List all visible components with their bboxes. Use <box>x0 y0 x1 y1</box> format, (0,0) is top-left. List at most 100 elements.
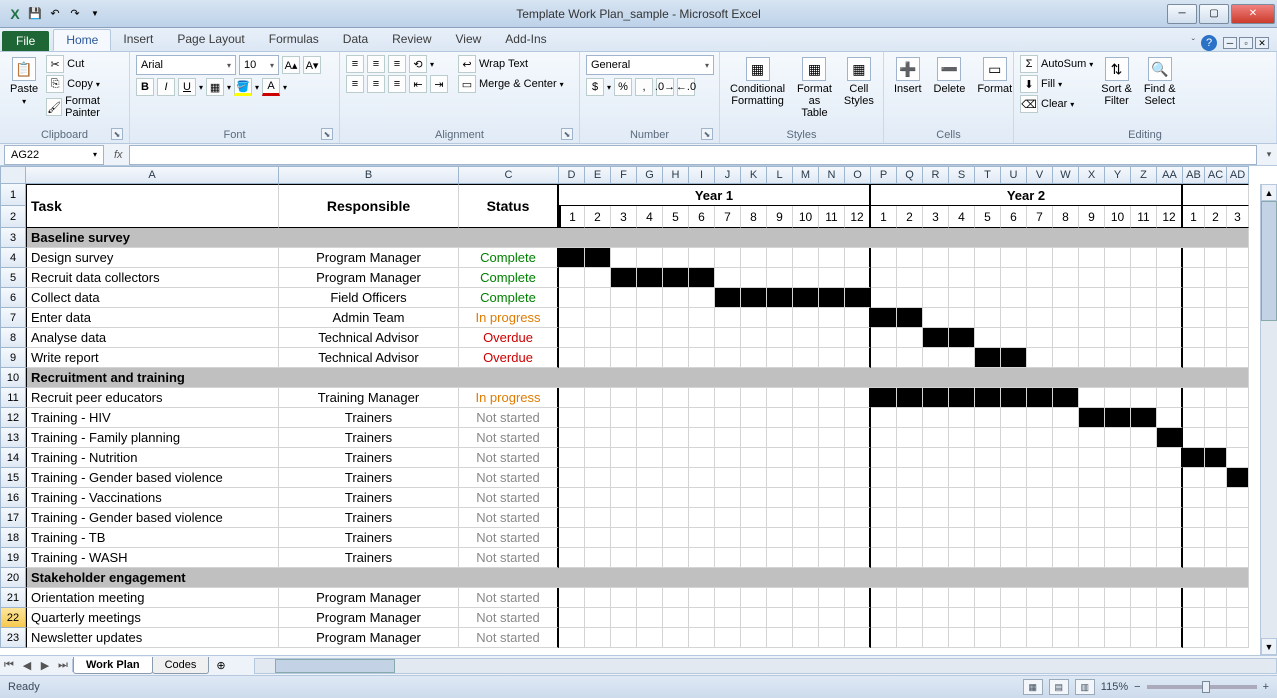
column-header[interactable]: Y <box>1105 166 1131 184</box>
align-bottom-icon[interactable]: ≡ <box>388 55 406 73</box>
cell[interactable] <box>793 308 819 328</box>
cell[interactable]: 10 <box>1105 206 1131 228</box>
find-select-button[interactable]: 🔍Find & Select <box>1140 55 1180 109</box>
cell[interactable] <box>1157 268 1183 288</box>
cell[interactable] <box>585 348 611 368</box>
cell[interactable] <box>1157 588 1183 608</box>
cell[interactable]: 1 <box>1183 206 1205 228</box>
cell[interactable] <box>897 468 923 488</box>
cell[interactable] <box>1183 588 1205 608</box>
cell[interactable] <box>897 488 923 508</box>
cell[interactable] <box>559 348 585 368</box>
cell[interactable] <box>559 508 585 528</box>
cell[interactable] <box>871 348 897 368</box>
row-header[interactable]: 18 <box>0 528 26 548</box>
format-as-table-button[interactable]: ▦Format as Table <box>793 55 836 121</box>
cell[interactable] <box>637 428 663 448</box>
zoom-slider[interactable] <box>1147 685 1257 689</box>
cell[interactable]: Trainers <box>279 448 459 468</box>
cell[interactable] <box>975 388 1001 408</box>
cell[interactable] <box>793 588 819 608</box>
cell[interactable] <box>663 268 689 288</box>
cell[interactable] <box>923 628 949 648</box>
cell[interactable]: Trainers <box>279 468 459 488</box>
cell[interactable] <box>741 628 767 648</box>
cell[interactable]: 11 <box>819 206 845 228</box>
cell[interactable] <box>1183 628 1205 648</box>
sheet-tab[interactable]: Codes <box>152 657 210 674</box>
cell[interactable] <box>559 328 585 348</box>
cell[interactable] <box>1027 328 1053 348</box>
cell[interactable] <box>585 308 611 328</box>
increase-decimal-icon[interactable]: .0→ <box>656 78 674 96</box>
conditional-formatting-button[interactable]: ▦Conditional Formatting <box>726 55 789 109</box>
cell[interactable] <box>1053 608 1079 628</box>
cell[interactable] <box>1079 328 1105 348</box>
cell[interactable] <box>1001 588 1027 608</box>
cell[interactable] <box>897 268 923 288</box>
cell[interactable] <box>585 428 611 448</box>
cell[interactable] <box>975 408 1001 428</box>
cell[interactable]: Enter data <box>26 308 279 328</box>
cell[interactable]: Not started <box>459 428 559 448</box>
cell[interactable] <box>845 288 871 308</box>
cell[interactable]: Training Manager <box>279 388 459 408</box>
tab-page-layout[interactable]: Page Layout <box>165 29 256 51</box>
cell[interactable] <box>897 608 923 628</box>
cell[interactable]: Design survey <box>26 248 279 268</box>
cell[interactable] <box>897 588 923 608</box>
cell[interactable] <box>845 508 871 528</box>
align-left-icon[interactable]: ≡ <box>346 75 364 93</box>
cell[interactable] <box>793 488 819 508</box>
row-header[interactable]: 21 <box>0 588 26 608</box>
cell[interactable] <box>1183 488 1205 508</box>
cell[interactable] <box>767 248 793 268</box>
cell[interactable] <box>793 348 819 368</box>
cell[interactable] <box>819 288 845 308</box>
minimize-button[interactable]: ─ <box>1167 4 1197 24</box>
cell[interactable] <box>585 288 611 308</box>
cut-button[interactable]: ✂Cut <box>46 55 123 73</box>
cell[interactable] <box>871 548 897 568</box>
cell[interactable]: Collect data <box>26 288 279 308</box>
cell[interactable] <box>715 288 741 308</box>
cell[interactable] <box>741 408 767 428</box>
redo-icon[interactable]: ↷ <box>66 5 84 23</box>
cell[interactable] <box>689 608 715 628</box>
column-header[interactable]: S <box>949 166 975 184</box>
hscroll-thumb[interactable] <box>275 659 395 673</box>
column-header[interactable]: F <box>611 166 637 184</box>
number-launcher[interactable]: ⬊ <box>701 128 713 140</box>
cell[interactable]: 4 <box>949 206 975 228</box>
cell[interactable] <box>663 408 689 428</box>
cell[interactable] <box>741 608 767 628</box>
cell[interactable]: Program Manager <box>279 588 459 608</box>
cell[interactable] <box>923 608 949 628</box>
cell[interactable] <box>1079 428 1105 448</box>
cell[interactable]: Complete <box>459 268 559 288</box>
cell[interactable] <box>1105 628 1131 648</box>
cell[interactable] <box>793 468 819 488</box>
cell[interactable] <box>559 268 585 288</box>
cell[interactable] <box>819 548 845 568</box>
cell[interactable] <box>1105 408 1131 428</box>
cell[interactable] <box>1079 588 1105 608</box>
cell[interactable] <box>1079 408 1105 428</box>
cell[interactable] <box>819 488 845 508</box>
cell[interactable] <box>637 628 663 648</box>
cell[interactable] <box>1001 268 1027 288</box>
cell[interactable] <box>663 548 689 568</box>
cell[interactable]: Stakeholder engagement <box>26 568 1249 588</box>
row-header[interactable]: 11 <box>0 388 26 408</box>
cell[interactable] <box>1205 608 1227 628</box>
cell[interactable] <box>1027 628 1053 648</box>
cell[interactable] <box>1053 448 1079 468</box>
cell[interactable]: Recruitment and training <box>26 368 1249 388</box>
cell[interactable] <box>689 448 715 468</box>
cell[interactable] <box>1157 328 1183 348</box>
cell[interactable] <box>871 588 897 608</box>
cell[interactable]: Not started <box>459 588 559 608</box>
cell[interactable] <box>1001 628 1027 648</box>
cell[interactable] <box>559 548 585 568</box>
next-sheet-icon[interactable]: ▶ <box>36 659 54 672</box>
